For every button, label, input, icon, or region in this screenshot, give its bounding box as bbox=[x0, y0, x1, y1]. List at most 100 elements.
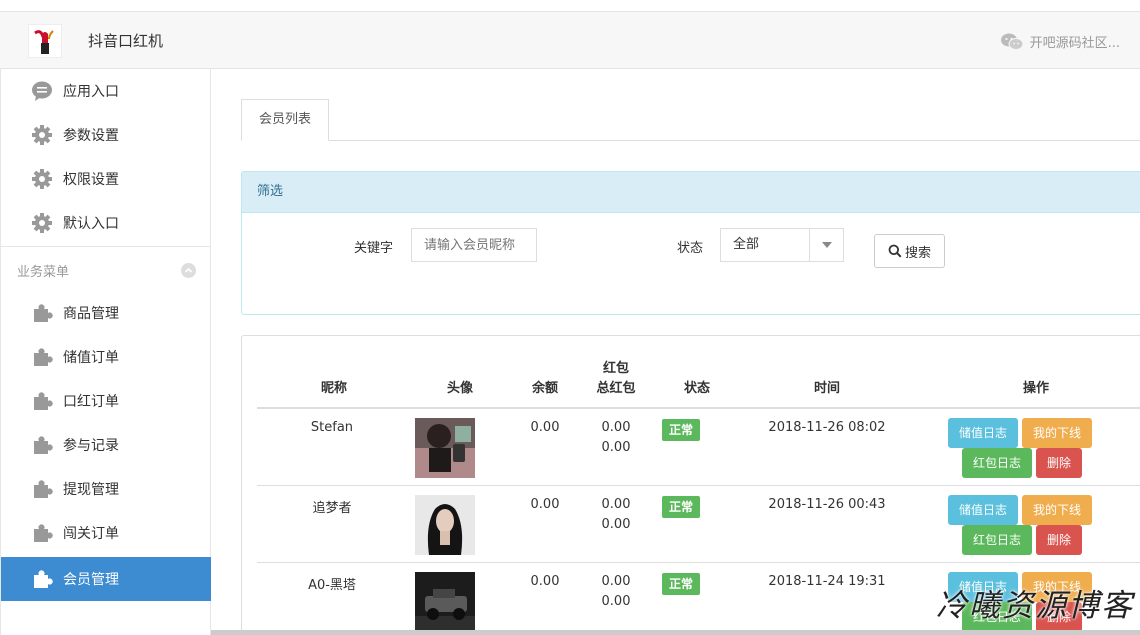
status-badge: 正常 bbox=[662, 419, 700, 441]
lipstick-logo-icon bbox=[34, 30, 54, 54]
tab-member-list[interactable]: 会员列表 bbox=[241, 99, 329, 141]
status-badge: 正常 bbox=[662, 573, 700, 595]
sidebar-item-label: 参与记录 bbox=[63, 438, 119, 454]
sidebar: 应用入口 参数设置 权限设置 默认入口 业务菜单 商品管理 储值订单 口红订单 … bbox=[0, 69, 211, 635]
col-avatar: 头像 bbox=[446, 381, 473, 396]
col-status: 状态 bbox=[683, 381, 710, 396]
chat-icon bbox=[32, 81, 52, 101]
avatar[interactable] bbox=[415, 495, 475, 555]
sidebar-item-deposit-orders[interactable]: 储值订单 bbox=[1, 335, 211, 379]
cell-total-redpacket: 0.00 bbox=[601, 517, 631, 532]
puzzle-icon bbox=[34, 480, 53, 498]
sidebar-item-label: 默认入口 bbox=[63, 216, 119, 232]
keyword-input[interactable] bbox=[411, 228, 537, 262]
sidebar-item-label: 会员管理 bbox=[63, 572, 119, 588]
watermark-text: 冷曦资源博客 bbox=[936, 588, 1134, 624]
cell-nickname: A0-黑塔 bbox=[308, 578, 356, 593]
puzzle-icon bbox=[34, 570, 53, 588]
status-badge: 正常 bbox=[662, 496, 700, 518]
chevron-down-icon bbox=[809, 229, 843, 261]
cell-balance: 0.00 bbox=[530, 497, 560, 512]
cell-nickname: Stefan bbox=[310, 420, 354, 435]
puzzle-icon bbox=[34, 436, 53, 454]
table-row: 追梦者 0.00 0.00 0.00 正常 2018-11-26 00:43 储… bbox=[257, 486, 1140, 563]
puzzle-icon bbox=[34, 524, 53, 542]
avatar[interactable] bbox=[415, 418, 475, 478]
sidebar-item-default-entry[interactable]: 默认入口 bbox=[1, 201, 211, 245]
community-link[interactable]: 开吧源码社区... bbox=[1000, 32, 1120, 51]
cell-time: 2018-11-26 00:43 bbox=[768, 497, 886, 512]
keyword-label: 关键字 bbox=[354, 241, 394, 256]
puzzle-icon bbox=[34, 392, 53, 410]
delete-button[interactable]: 删除 bbox=[1036, 525, 1082, 555]
deposit-log-button[interactable]: 储值日志 bbox=[948, 495, 1018, 525]
tab-underline bbox=[241, 140, 1140, 141]
redpacket-log-button[interactable]: 红包日志 bbox=[962, 525, 1032, 555]
sidebar-item-label: 口红订单 bbox=[63, 394, 119, 410]
sidebar-item-label: 参数设置 bbox=[63, 128, 119, 144]
avatar[interactable] bbox=[415, 572, 475, 632]
deposit-log-button[interactable]: 储值日志 bbox=[948, 418, 1018, 448]
filter-title: 筛选 bbox=[242, 172, 1140, 213]
table-row: Stefan 0.00 0.00 0.00 正常 2018-11-26 08:0… bbox=[257, 409, 1140, 486]
cell-balance: 0.00 bbox=[530, 574, 560, 589]
sidebar-item-level-orders[interactable]: 闯关订单 bbox=[1, 511, 211, 555]
sidebar-item-permissions[interactable]: 权限设置 bbox=[1, 157, 211, 201]
cell-redpacket: 0.00 bbox=[601, 420, 631, 435]
main-content: 会员列表 筛选 关键字 状态 全部 搜索 昵称 头像 余额 红包 总红包 状态 … bbox=[211, 69, 1140, 635]
status-select-value: 全部 bbox=[733, 237, 760, 252]
cell-redpacket: 0.00 bbox=[601, 497, 631, 512]
search-icon bbox=[888, 244, 902, 258]
sidebar-item-withdrawals[interactable]: 提现管理 bbox=[1, 467, 211, 511]
gear-icon bbox=[32, 213, 52, 233]
puzzle-icon bbox=[34, 348, 53, 366]
app-logo[interactable] bbox=[28, 24, 62, 58]
chevron-up-icon bbox=[184, 267, 193, 273]
sidebar-item-app-entry[interactable]: 应用入口 bbox=[1, 69, 211, 113]
col-actions: 操作 bbox=[1022, 381, 1049, 396]
filter-panel: 筛选 关键字 状态 全部 搜索 bbox=[241, 171, 1140, 315]
search-button[interactable]: 搜索 bbox=[874, 234, 945, 268]
search-button-label: 搜索 bbox=[904, 245, 931, 261]
sidebar-item-params[interactable]: 参数设置 bbox=[1, 113, 211, 157]
cell-total-redpacket: 0.00 bbox=[601, 594, 631, 609]
sidebar-item-label: 权限设置 bbox=[63, 172, 119, 188]
sidebar-item-label: 提现管理 bbox=[63, 482, 119, 498]
wechat-icon bbox=[1000, 33, 1024, 50]
sidebar-item-goods[interactable]: 商品管理 bbox=[1, 291, 211, 335]
gear-icon bbox=[32, 125, 52, 145]
col-time: 时间 bbox=[813, 381, 840, 396]
col-total-redpacket: 总红包 bbox=[596, 381, 636, 396]
gear-icon bbox=[32, 169, 52, 189]
community-label: 开吧源码社区... bbox=[1029, 36, 1120, 51]
redpacket-log-button[interactable]: 红包日志 bbox=[962, 448, 1032, 478]
puzzle-icon bbox=[34, 304, 53, 322]
cell-time: 2018-11-26 08:02 bbox=[768, 420, 886, 435]
col-redpacket: 红包 bbox=[602, 361, 629, 376]
my-downline-button[interactable]: 我的下线 bbox=[1022, 418, 1092, 448]
sidebar-item-members[interactable]: 会员管理 bbox=[1, 557, 211, 601]
sidebar-group-title: 业务菜单 bbox=[17, 265, 70, 280]
cell-time: 2018-11-24 19:31 bbox=[768, 574, 886, 589]
sidebar-item-label: 应用入口 bbox=[63, 84, 119, 100]
sidebar-item-label: 储值订单 bbox=[63, 350, 119, 366]
cell-total-redpacket: 0.00 bbox=[601, 440, 631, 455]
sidebar-divider bbox=[1, 246, 211, 247]
cell-redpacket: 0.00 bbox=[601, 574, 631, 589]
sidebar-item-label: 闯关订单 bbox=[63, 526, 119, 542]
col-balance: 余额 bbox=[531, 381, 558, 396]
collapse-icon[interactable] bbox=[181, 263, 196, 278]
horizontal-scrollbar[interactable] bbox=[211, 630, 1140, 635]
col-nickname: 昵称 bbox=[320, 381, 347, 396]
cell-nickname: 追梦者 bbox=[312, 501, 352, 516]
sidebar-item-records[interactable]: 参与记录 bbox=[1, 423, 211, 467]
status-select[interactable]: 全部 bbox=[720, 228, 844, 262]
app-title: 抖音口红机 bbox=[88, 32, 164, 50]
status-label: 状态 bbox=[677, 241, 704, 256]
top-bar: 抖音口红机 开吧源码社区... bbox=[0, 11, 1140, 69]
sidebar-item-label: 商品管理 bbox=[63, 306, 119, 322]
sidebar-item-lipstick-orders[interactable]: 口红订单 bbox=[1, 379, 211, 423]
my-downline-button[interactable]: 我的下线 bbox=[1022, 495, 1092, 525]
delete-button[interactable]: 删除 bbox=[1036, 448, 1082, 478]
cell-balance: 0.00 bbox=[530, 420, 560, 435]
